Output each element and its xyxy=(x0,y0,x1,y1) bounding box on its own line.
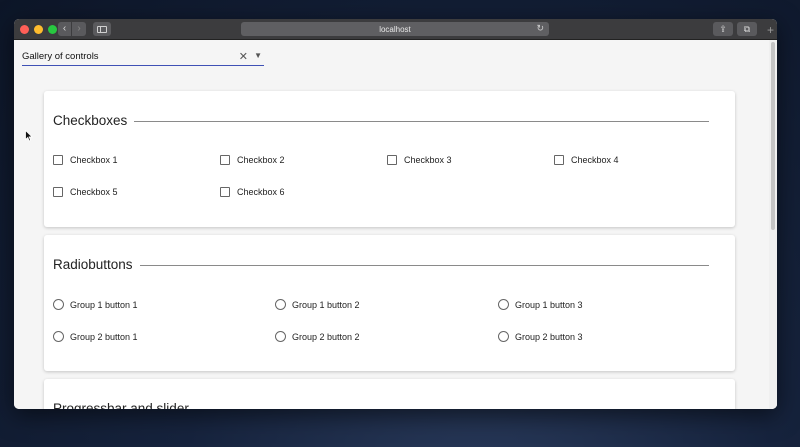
radio-group1-button2[interactable]: Group 1 button 2 xyxy=(275,299,360,310)
new-tab-icon[interactable]: + xyxy=(767,24,774,36)
checkbox-5[interactable]: Checkbox 5 xyxy=(53,187,118,197)
radio-group1-button1[interactable]: Group 1 button 1 xyxy=(53,299,138,310)
gallery-select-input[interactable]: ✕ ▼ xyxy=(22,48,264,66)
mouse-pointer-icon xyxy=(25,130,33,142)
checkbox-box[interactable] xyxy=(220,187,230,197)
sidebar-toggle-button[interactable] xyxy=(93,22,111,36)
checkbox-box[interactable] xyxy=(554,155,564,165)
checkbox-3[interactable]: Checkbox 3 xyxy=(387,155,452,165)
sidebar-icon xyxy=(97,25,107,33)
address-bar-url: localhost xyxy=(379,24,411,34)
checkbox-label: Checkbox 5 xyxy=(70,187,118,197)
page-viewport: ✕ ▼ Checkboxes Checkbox 1 Checkbox 2 Che… xyxy=(14,40,777,409)
checkboxes-card: Checkboxes Checkbox 1 Checkbox 2 Checkbo… xyxy=(44,91,735,227)
zoom-window-button[interactable] xyxy=(48,25,57,34)
chevron-right-icon: › xyxy=(77,23,81,34)
progressbar-title: Progressbar and slider xyxy=(53,401,189,409)
navigation-buttons: ‹ › xyxy=(58,22,86,36)
checkbox-label: Checkbox 2 xyxy=(237,155,285,165)
forward-button[interactable]: › xyxy=(72,22,86,36)
section-divider xyxy=(140,265,709,266)
tabs-overview-button[interactable]: ⧉ xyxy=(737,22,757,36)
gallery-select-field[interactable] xyxy=(22,51,227,62)
checkbox-box[interactable] xyxy=(387,155,397,165)
back-button[interactable]: ‹ xyxy=(58,22,72,36)
radio-group2-button1[interactable]: Group 2 button 1 xyxy=(53,331,138,342)
scrollbar-thumb[interactable] xyxy=(771,42,775,230)
checkbox-label: Checkbox 3 xyxy=(404,155,452,165)
window-controls xyxy=(20,25,57,34)
checkbox-6[interactable]: Checkbox 6 xyxy=(220,187,285,197)
radiobuttons-title: Radiobuttons xyxy=(53,257,133,272)
browser-window: ‹ › localhost ↻ ⇪ ⧉ + ✕ ▼ Checkboxes Che… xyxy=(14,19,777,409)
radio-label: Group 1 button 1 xyxy=(70,299,138,310)
checkboxes-title: Checkboxes xyxy=(53,113,128,128)
checkbox-label: Checkbox 1 xyxy=(70,155,118,165)
share-button[interactable]: ⇪ xyxy=(713,22,733,36)
radio-group2-button3[interactable]: Group 2 button 3 xyxy=(498,331,583,342)
radio-label: Group 2 button 3 xyxy=(515,331,583,342)
checkbox-2[interactable]: Checkbox 2 xyxy=(220,155,285,165)
radio-label: Group 2 button 1 xyxy=(70,331,138,342)
address-bar[interactable]: localhost ↻ xyxy=(241,22,549,36)
minimize-window-button[interactable] xyxy=(34,25,43,34)
checkbox-4[interactable]: Checkbox 4 xyxy=(554,155,619,165)
share-icon: ⇪ xyxy=(719,23,727,34)
progressbar-card: Progressbar and slider xyxy=(44,379,735,409)
radio-circle[interactable] xyxy=(498,299,509,310)
radio-label: Group 1 button 3 xyxy=(515,299,583,310)
checkbox-label: Checkbox 4 xyxy=(571,155,619,165)
radio-circle[interactable] xyxy=(498,331,509,342)
section-divider xyxy=(134,121,709,122)
radio-circle[interactable] xyxy=(53,331,64,342)
browser-titlebar: ‹ › localhost ↻ ⇪ ⧉ + xyxy=(14,19,777,40)
radio-circle[interactable] xyxy=(53,299,64,310)
radio-label: Group 1 button 2 xyxy=(292,299,360,310)
close-window-button[interactable] xyxy=(20,25,29,34)
reload-icon[interactable]: ↻ xyxy=(536,23,544,34)
clear-icon[interactable]: ✕ xyxy=(239,50,248,63)
tabs-icon: ⧉ xyxy=(743,23,751,34)
radio-circle[interactable] xyxy=(275,331,286,342)
page-scrollbar[interactable] xyxy=(769,40,777,409)
radio-group1-button3[interactable]: Group 1 button 3 xyxy=(498,299,583,310)
radio-label: Group 2 button 2 xyxy=(292,331,360,342)
chevron-left-icon: ‹ xyxy=(62,23,67,34)
radio-circle[interactable] xyxy=(275,299,286,310)
radio-group2-button2[interactable]: Group 2 button 2 xyxy=(275,331,360,342)
radiobuttons-card: Radiobuttons Group 1 button 1 Group 1 bu… xyxy=(44,235,735,371)
checkbox-label: Checkbox 6 xyxy=(237,187,285,197)
checkbox-box[interactable] xyxy=(220,155,230,165)
checkbox-1[interactable]: Checkbox 1 xyxy=(53,155,118,165)
checkbox-box[interactable] xyxy=(53,187,63,197)
dropdown-arrow-icon[interactable]: ▼ xyxy=(254,51,262,60)
checkbox-box[interactable] xyxy=(53,155,63,165)
